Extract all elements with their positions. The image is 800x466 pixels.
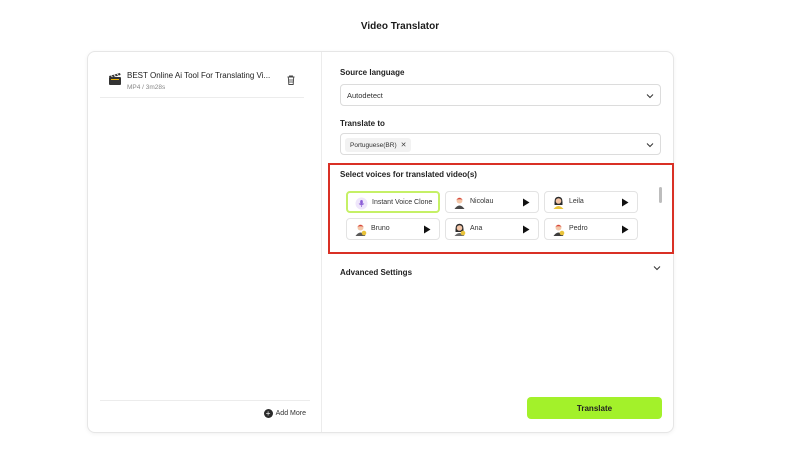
plus-circle-icon: + [263, 409, 273, 418]
add-more-button[interactable]: + Add More [263, 409, 306, 418]
source-language-value: Autodetect [347, 91, 383, 100]
translate-to-label: Translate to [340, 119, 385, 128]
play-icon[interactable] [621, 225, 629, 234]
language-chip-label: Portuguese(BR) [350, 141, 397, 149]
settings-panel: Source language Autodetect Translate to … [323, 52, 674, 432]
voice-card-ana[interactable]: Ana [445, 218, 539, 240]
voice-card-nicolau[interactable]: Nicolau [445, 191, 539, 213]
avatar-icon [454, 223, 466, 236]
translate-button[interactable]: Translate [527, 397, 662, 419]
chevron-down-icon [653, 266, 661, 271]
source-language-label: Source language [340, 68, 405, 77]
play-icon[interactable] [522, 198, 530, 207]
advanced-settings-toggle[interactable]: Advanced Settings [340, 262, 661, 277]
voice-card-bruno[interactable]: Bruno [346, 218, 440, 240]
voice-card-pedro[interactable]: Pedro [544, 218, 638, 240]
voice-card-instant-voice-clone[interactable]: Instant Voice Clone [346, 191, 440, 213]
file-item[interactable]: BEST Online Ai Tool For Translating Vi..… [100, 66, 304, 98]
clapperboard-icon [109, 73, 121, 85]
microphone-icon [355, 197, 368, 210]
left-footer: + Add More [100, 400, 310, 418]
file-meta: MP4 / 3m28s [127, 84, 166, 91]
voice-name: Bruno [371, 225, 390, 232]
language-chip: Portuguese(BR) ✕ [345, 138, 412, 152]
file-list-panel: BEST Online Ai Tool For Translating Vi..… [88, 52, 322, 432]
voices-section: Select voices for translated video(s) In… [328, 163, 674, 254]
avatar-icon [553, 196, 564, 209]
play-icon[interactable] [522, 225, 530, 234]
voice-name: Instant Voice Clone [372, 199, 433, 206]
voices-scrollbar[interactable] [659, 187, 662, 203]
voice-name: Leila [569, 198, 584, 205]
play-icon[interactable] [423, 225, 431, 234]
advanced-settings-label: Advanced Settings [340, 268, 413, 277]
translator-card: BEST Online Ai Tool For Translating Vi..… [87, 51, 674, 433]
voice-name: Pedro [569, 225, 588, 232]
voice-name: Ana [470, 225, 483, 232]
trash-icon[interactable] [285, 74, 297, 86]
chevron-down-icon [646, 143, 654, 148]
avatar-icon [553, 224, 565, 236]
voices-title: Select voices for translated video(s) [340, 170, 477, 179]
play-icon[interactable] [621, 198, 629, 207]
close-icon[interactable]: ✕ [401, 141, 407, 149]
avatar-icon [355, 224, 367, 236]
source-language-select[interactable]: Autodetect [340, 84, 661, 106]
voice-card-leila[interactable]: Leila [544, 191, 638, 213]
avatar-icon [454, 197, 465, 209]
file-name: BEST Online Ai Tool For Translating Vi..… [127, 71, 271, 80]
page-title: Video Translator [360, 21, 440, 32]
voice-name: Nicolau [470, 198, 494, 205]
translate-to-select[interactable]: Portuguese(BR) ✕ [340, 133, 661, 155]
chevron-down-icon [646, 94, 654, 99]
add-more-label: Add More [275, 410, 306, 417]
